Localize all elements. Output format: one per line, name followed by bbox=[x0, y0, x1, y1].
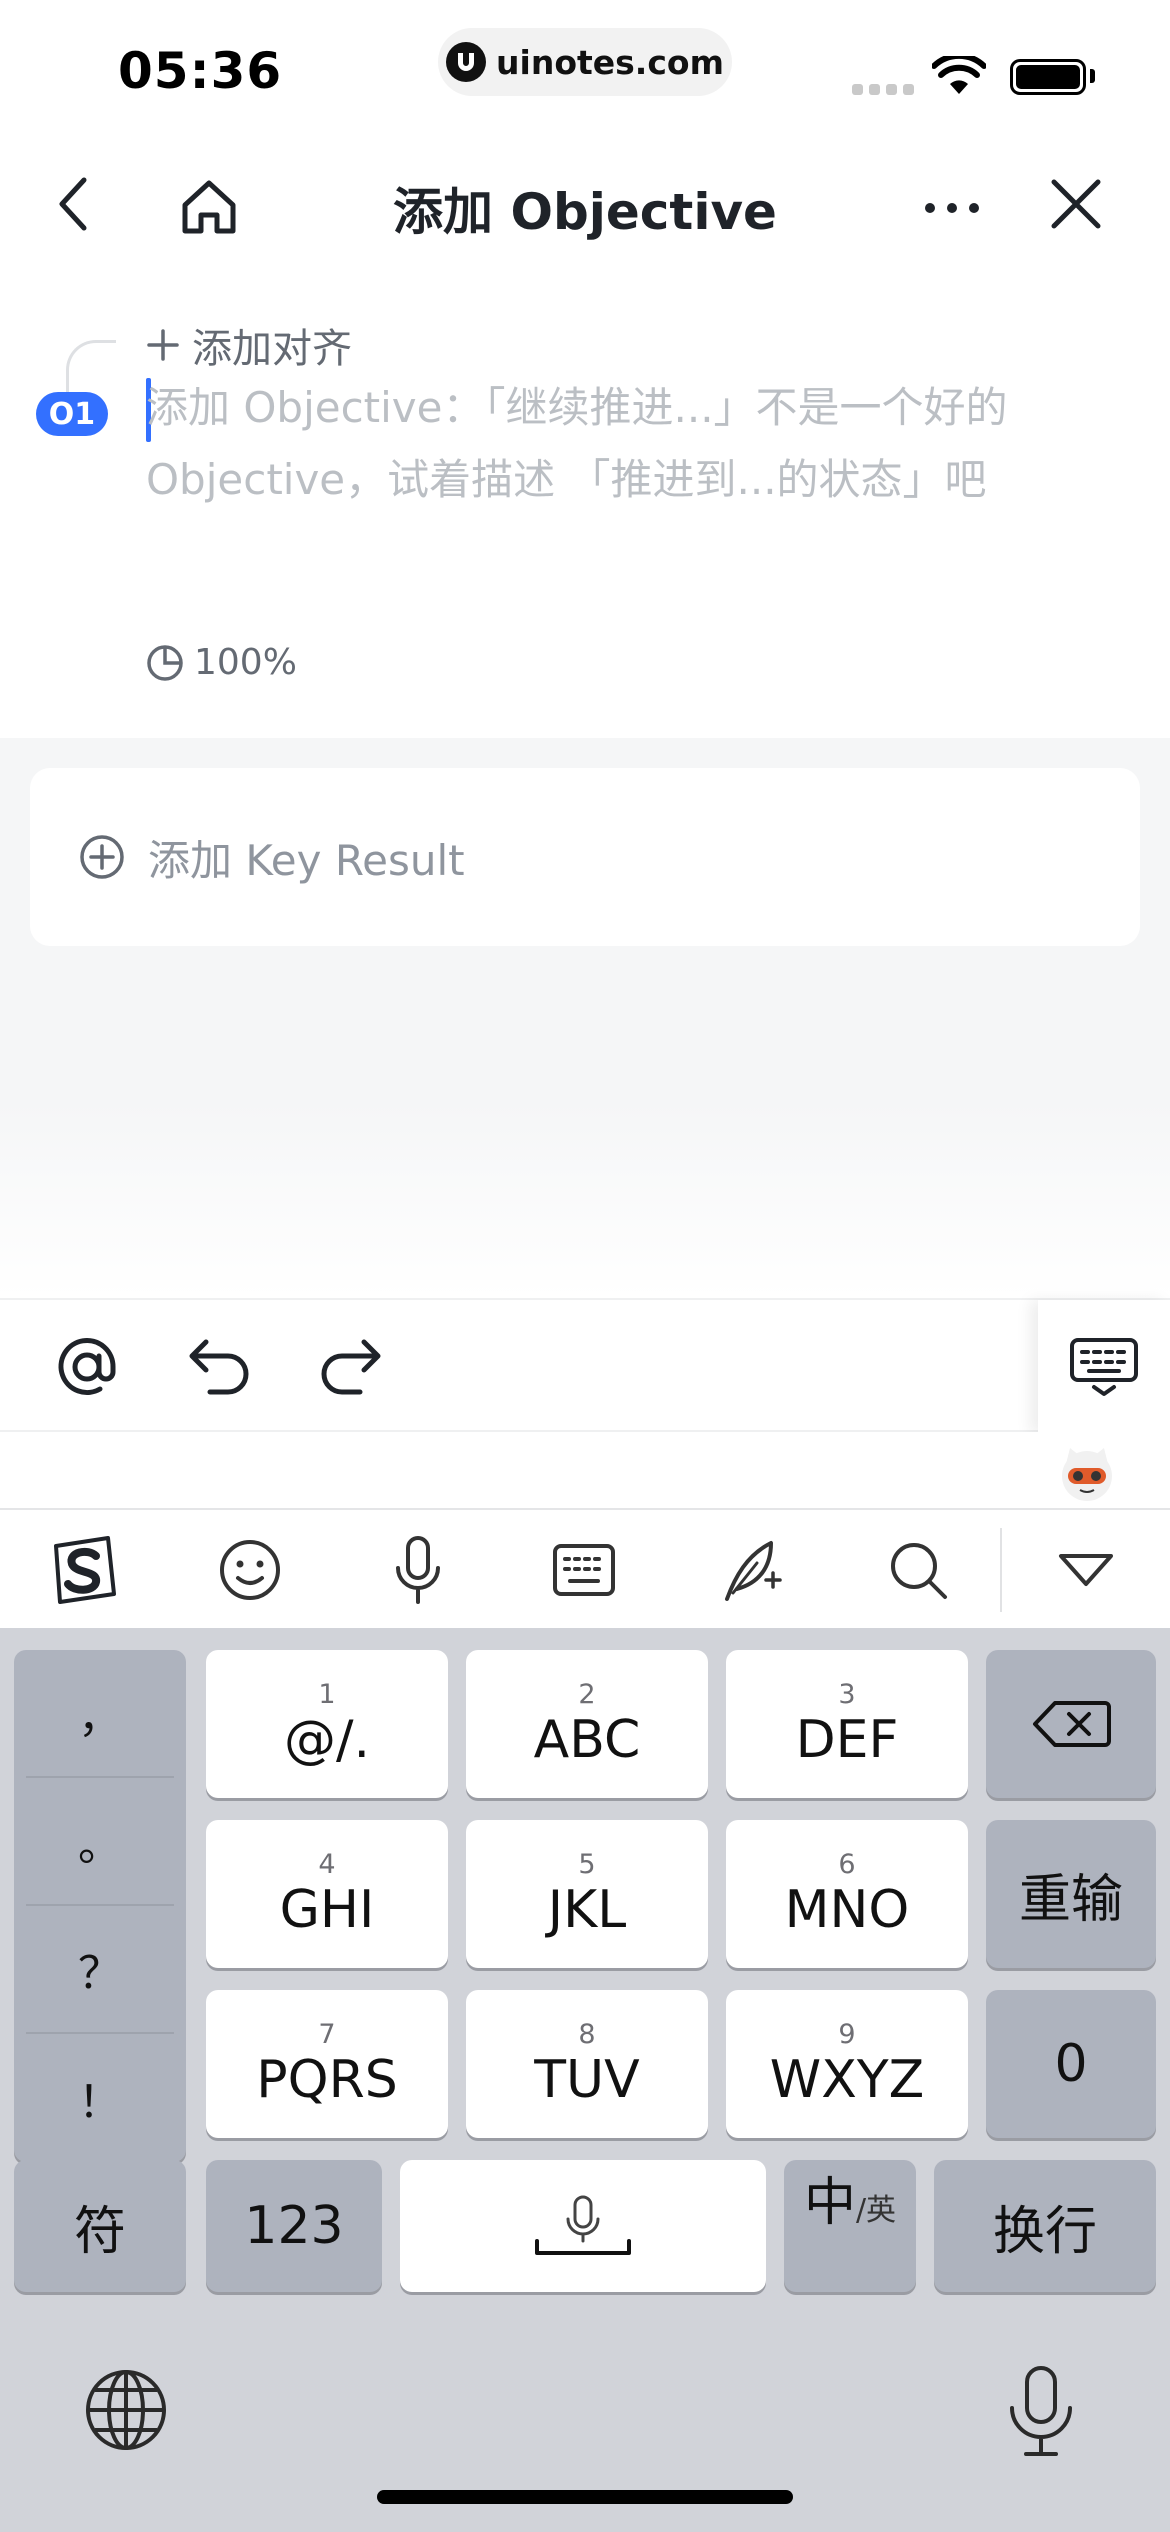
newline-key[interactable]: 换行 bbox=[934, 2160, 1156, 2292]
keyboard: ， 。 ？ ！ 1 @/. 2 ABC 3 DEF 4 GHI 5 JKL 6 … bbox=[0, 1628, 1170, 2532]
pie-chart-icon bbox=[147, 644, 183, 681]
punct-comma-key[interactable]: ， bbox=[26, 1650, 174, 1778]
redo-icon[interactable] bbox=[314, 1330, 388, 1404]
symbols-key[interactable]: 符 bbox=[14, 2160, 186, 2292]
nav-bar: 添加 Objective bbox=[0, 150, 1170, 264]
mascot-icon[interactable] bbox=[1058, 1444, 1116, 1502]
key-9[interactable]: 9 WXYZ bbox=[726, 1990, 968, 2138]
objective-editor: 添加对齐 O1 添加 Objective：「继续推进...」不是一个好的 Obj… bbox=[0, 290, 1170, 738]
status-time: 05:36 bbox=[118, 42, 283, 100]
key-0[interactable]: 0 bbox=[986, 1990, 1156, 2138]
add-alignment-label: 添加对齐 bbox=[192, 326, 352, 372]
status-bar: 05:36 uinotes.com bbox=[0, 0, 1170, 140]
url-text: uinotes.com bbox=[496, 42, 724, 82]
objective-badge: O1 bbox=[36, 392, 108, 436]
language-switch-key[interactable]: 中/英 bbox=[784, 2160, 916, 2292]
punct-exclaim-key[interactable]: ！ bbox=[26, 2034, 174, 2162]
home-indicator[interactable] bbox=[377, 2490, 793, 2504]
emoji-icon[interactable] bbox=[212, 1532, 288, 1608]
punct-question-key[interactable]: ？ bbox=[26, 1906, 174, 2034]
ime-candidate-bar bbox=[0, 1432, 1170, 1510]
close-icon[interactable] bbox=[1046, 174, 1106, 234]
page-title: 添加 Objective bbox=[393, 183, 777, 241]
key-6[interactable]: 6 MNO bbox=[726, 1820, 968, 1968]
backspace-key[interactable] bbox=[986, 1650, 1156, 1798]
add-key-result-button[interactable]: 添加 Key Result bbox=[30, 768, 1140, 946]
ime-toolbar bbox=[0, 1510, 1170, 1628]
numbers-key[interactable]: 123 bbox=[206, 2160, 382, 2292]
plus-icon bbox=[147, 329, 179, 361]
search-icon[interactable] bbox=[880, 1532, 956, 1608]
mic-icon[interactable] bbox=[1006, 2364, 1076, 2464]
key-4[interactable]: 4 GHI bbox=[206, 1820, 448, 1968]
punct-period-key[interactable]: 。 bbox=[26, 1778, 174, 1906]
add-alignment-link[interactable]: 添加对齐 bbox=[146, 316, 352, 374]
battery-icon bbox=[1010, 59, 1086, 95]
progress-indicator[interactable]: 100% bbox=[146, 642, 297, 683]
wifi-icon bbox=[931, 52, 987, 100]
site-logo-icon bbox=[446, 42, 487, 82]
signal-icon bbox=[852, 84, 914, 95]
punctuation-column: ， 。 ？ ！ bbox=[14, 1650, 186, 2162]
more-icon[interactable] bbox=[922, 178, 982, 238]
content-area: 添加 Key Result bbox=[0, 738, 1170, 1298]
add-circle-icon bbox=[80, 835, 124, 879]
backspace-icon bbox=[1033, 1701, 1111, 1747]
key-8[interactable]: 8 TUV bbox=[466, 1990, 708, 2138]
at-icon[interactable] bbox=[50, 1330, 124, 1404]
keyboard-icon[interactable] bbox=[546, 1532, 622, 1608]
voice-icon[interactable] bbox=[380, 1532, 456, 1608]
url-pill[interactable]: uinotes.com bbox=[438, 28, 732, 96]
handwriting-icon[interactable] bbox=[714, 1532, 790, 1608]
key-5[interactable]: 5 JKL bbox=[466, 1820, 708, 1968]
retype-key[interactable]: 重输 bbox=[986, 1820, 1156, 1968]
key-2[interactable]: 2 ABC bbox=[466, 1650, 708, 1798]
undo-icon[interactable] bbox=[182, 1330, 256, 1404]
key-1[interactable]: 1 @/. bbox=[206, 1650, 448, 1798]
sogou-icon[interactable] bbox=[46, 1532, 122, 1608]
key-3[interactable]: 3 DEF bbox=[726, 1650, 968, 1798]
space-key[interactable] bbox=[400, 2160, 766, 2292]
progress-value: 100% bbox=[194, 642, 297, 683]
keyboard-hide-icon[interactable] bbox=[1038, 1300, 1170, 1434]
editor-toolbar bbox=[0, 1298, 1170, 1434]
add-key-result-label: 添加 Key Result bbox=[148, 835, 465, 885]
space-mic-icon bbox=[535, 2195, 631, 2255]
collapse-icon[interactable] bbox=[1048, 1532, 1124, 1608]
objective-input[interactable]: 添加 Objective：「继续推进...」不是一个好的 Objective，试… bbox=[146, 372, 1106, 516]
key-7[interactable]: 7 PQRS bbox=[206, 1990, 448, 2138]
globe-icon[interactable] bbox=[84, 2368, 168, 2456]
